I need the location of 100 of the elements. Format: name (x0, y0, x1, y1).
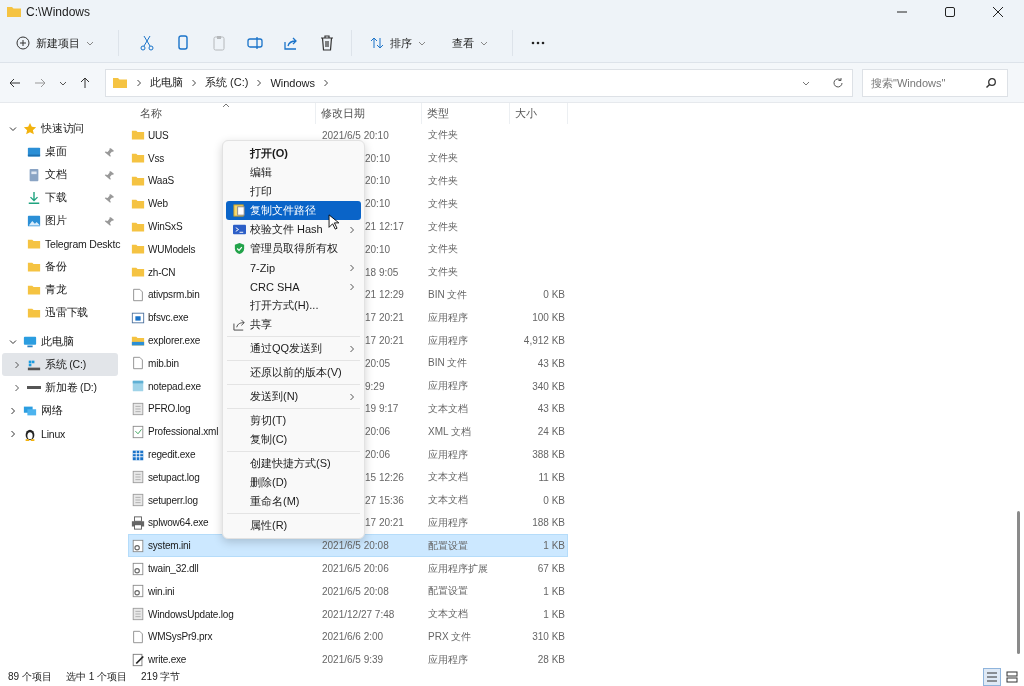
menu-item[interactable]: 7-Zip (226, 258, 361, 277)
menu-item[interactable]: 打开(O) (226, 144, 361, 163)
scroll-bar[interactable] (1017, 511, 1020, 654)
forward-arrow-icon[interactable] (34, 76, 46, 89)
sort-button[interactable]: 排序 (364, 31, 432, 55)
chevron-right-icon[interactable] (256, 78, 263, 87)
menu-item[interactable]: 删除(D) (226, 473, 361, 492)
file-name[interactable]: UUS (148, 129, 169, 141)
file-name[interactable]: WindowsUpdate.log (148, 608, 234, 620)
file-icon (131, 538, 145, 553)
chevron-right-icon[interactable] (136, 78, 142, 87)
chevron-right-icon[interactable] (191, 78, 197, 87)
menu-item[interactable]: 通过QQ发送到 (226, 339, 361, 358)
nav-item[interactable]: Linux (2, 422, 118, 445)
nav-item[interactable]: 迅雷下载 (2, 301, 118, 324)
file-name[interactable]: PFRO.log (148, 403, 191, 415)
file-name[interactable]: Professional.xml (148, 426, 219, 438)
menu-item[interactable]: 校验文件 Hash (226, 220, 361, 239)
column-header[interactable]: 修改日期 (316, 103, 422, 124)
menu-item[interactable]: 打开方式(H)... (226, 296, 361, 315)
file-name[interactable]: mib.bin (148, 357, 179, 369)
menu-item[interactable]: 管理员取得所有权 (226, 239, 361, 258)
chevron-right-icon[interactable] (13, 383, 21, 392)
file-name[interactable]: WMSysPr9.prx (148, 631, 213, 643)
file-name[interactable]: setuperr.log (148, 494, 198, 506)
file-icon (131, 356, 145, 371)
nav-item[interactable]: 备份 (2, 255, 118, 278)
back-arrow-icon[interactable] (9, 76, 21, 89)
nav-item[interactable]: 新加卷 (D:) (2, 376, 118, 399)
file-name[interactable]: Vss (148, 152, 165, 164)
file-name[interactable]: twain_32.dll (148, 563, 199, 575)
copy-path-icon (232, 204, 246, 217)
up-arrow-icon[interactable] (79, 76, 91, 89)
nav-item[interactable]: 快速访问 (2, 117, 118, 140)
modified-date: 20:05 (365, 357, 391, 369)
nav-item[interactable]: 桌面 (2, 140, 118, 163)
file-name[interactable]: WaaS (148, 175, 175, 187)
address-bar[interactable]: 此电脑 系统 (C:) Windows (105, 68, 853, 97)
nav-item[interactable]: 系统 (C:) (2, 353, 118, 376)
column-header[interactable]: 名称 (128, 103, 316, 124)
menu-item[interactable]: 重命名(M) (226, 492, 361, 511)
nav-item[interactable]: 网络 (2, 399, 118, 422)
menu-item[interactable]: CRC SHA (226, 277, 361, 296)
menu-item[interactable]: 复制(C) (226, 430, 361, 449)
file-name[interactable]: setupact.log (148, 471, 200, 483)
file-name[interactable]: system.ini (148, 540, 191, 552)
more-options-icon[interactable] (531, 41, 545, 45)
file-name[interactable]: win.ini (148, 585, 175, 597)
file-name[interactable]: write.exe (148, 654, 187, 666)
file-name[interactable]: splwow64.exe (148, 517, 209, 529)
search-input[interactable]: 搜索"Windows" (869, 75, 985, 90)
file-name[interactable]: regedit.exe (148, 449, 196, 461)
file-name[interactable]: ativpsrm.bin (148, 289, 200, 301)
file-name[interactable]: zh-CN (148, 266, 176, 278)
breadcrumb[interactable]: 此电脑 (150, 75, 183, 90)
menu-item[interactable]: 创建快捷方式(S) (226, 454, 361, 473)
menu-item[interactable]: 编辑 (226, 163, 361, 182)
breadcrumb[interactable]: Windows (270, 76, 315, 89)
nav-item[interactable]: 此电脑 (2, 330, 118, 353)
close-icon[interactable] (993, 7, 1003, 17)
new-item-button[interactable]: 新建项目 (10, 31, 100, 55)
nav-item[interactable]: 青龙 (2, 278, 118, 301)
refresh-icon[interactable] (832, 76, 844, 89)
modified-date: 20:06 (365, 426, 391, 438)
modified-date: 2021/6/5 20:06 (322, 563, 389, 575)
details-view-icon[interactable] (984, 669, 1000, 685)
file-icon (131, 652, 145, 667)
file-size: 43 KB (537, 403, 565, 415)
search-field[interactable]: 搜索"Windows" (862, 68, 1008, 97)
file-name[interactable]: WUModels (148, 243, 196, 255)
nav-item[interactable]: 下载 (2, 186, 118, 209)
menu-item[interactable]: 发送到(N) (226, 387, 361, 406)
view-button[interactable]: 查看 (446, 31, 494, 55)
file-icon (131, 629, 145, 644)
breadcrumb[interactable]: 系统 (C:) (205, 75, 249, 90)
menu-item[interactable]: 复制文件路径 (226, 201, 361, 220)
chevron-down-icon[interactable] (9, 337, 17, 346)
chevron-right-icon[interactable] (13, 360, 21, 369)
file-name[interactable]: bfsvc.exe (148, 312, 189, 324)
column-header[interactable]: 大小 (510, 103, 568, 124)
column-header[interactable]: 类型 (422, 103, 510, 124)
menu-item[interactable]: 剪切(T) (226, 411, 361, 430)
maximize-icon[interactable] (945, 7, 955, 17)
nav-item[interactable]: 图片 (2, 209, 118, 232)
menu-item[interactable]: 还原以前的版本(V) (226, 363, 361, 382)
menu-item[interactable]: 属性(R) (226, 516, 361, 535)
file-name[interactable]: explorer.exe (148, 335, 201, 347)
file-type: 应用程序 (428, 516, 468, 528)
menu-item[interactable]: 共享 (226, 315, 361, 334)
file-name[interactable]: notepad.exe (148, 380, 201, 392)
chevron-right-icon[interactable] (9, 429, 17, 438)
nav-item[interactable]: Telegram Desktc (2, 232, 118, 255)
tiles-view-icon[interactable] (1004, 669, 1020, 685)
file-name[interactable]: WinSxS (148, 221, 183, 233)
menu-item[interactable]: 打印 (226, 182, 361, 201)
chevron-right-icon[interactable] (9, 406, 17, 415)
chevron-down-icon[interactable] (9, 124, 17, 133)
chevron-right-icon[interactable] (323, 78, 329, 87)
nav-item[interactable]: 文档 (2, 163, 118, 186)
file-name[interactable]: Web (148, 198, 168, 210)
